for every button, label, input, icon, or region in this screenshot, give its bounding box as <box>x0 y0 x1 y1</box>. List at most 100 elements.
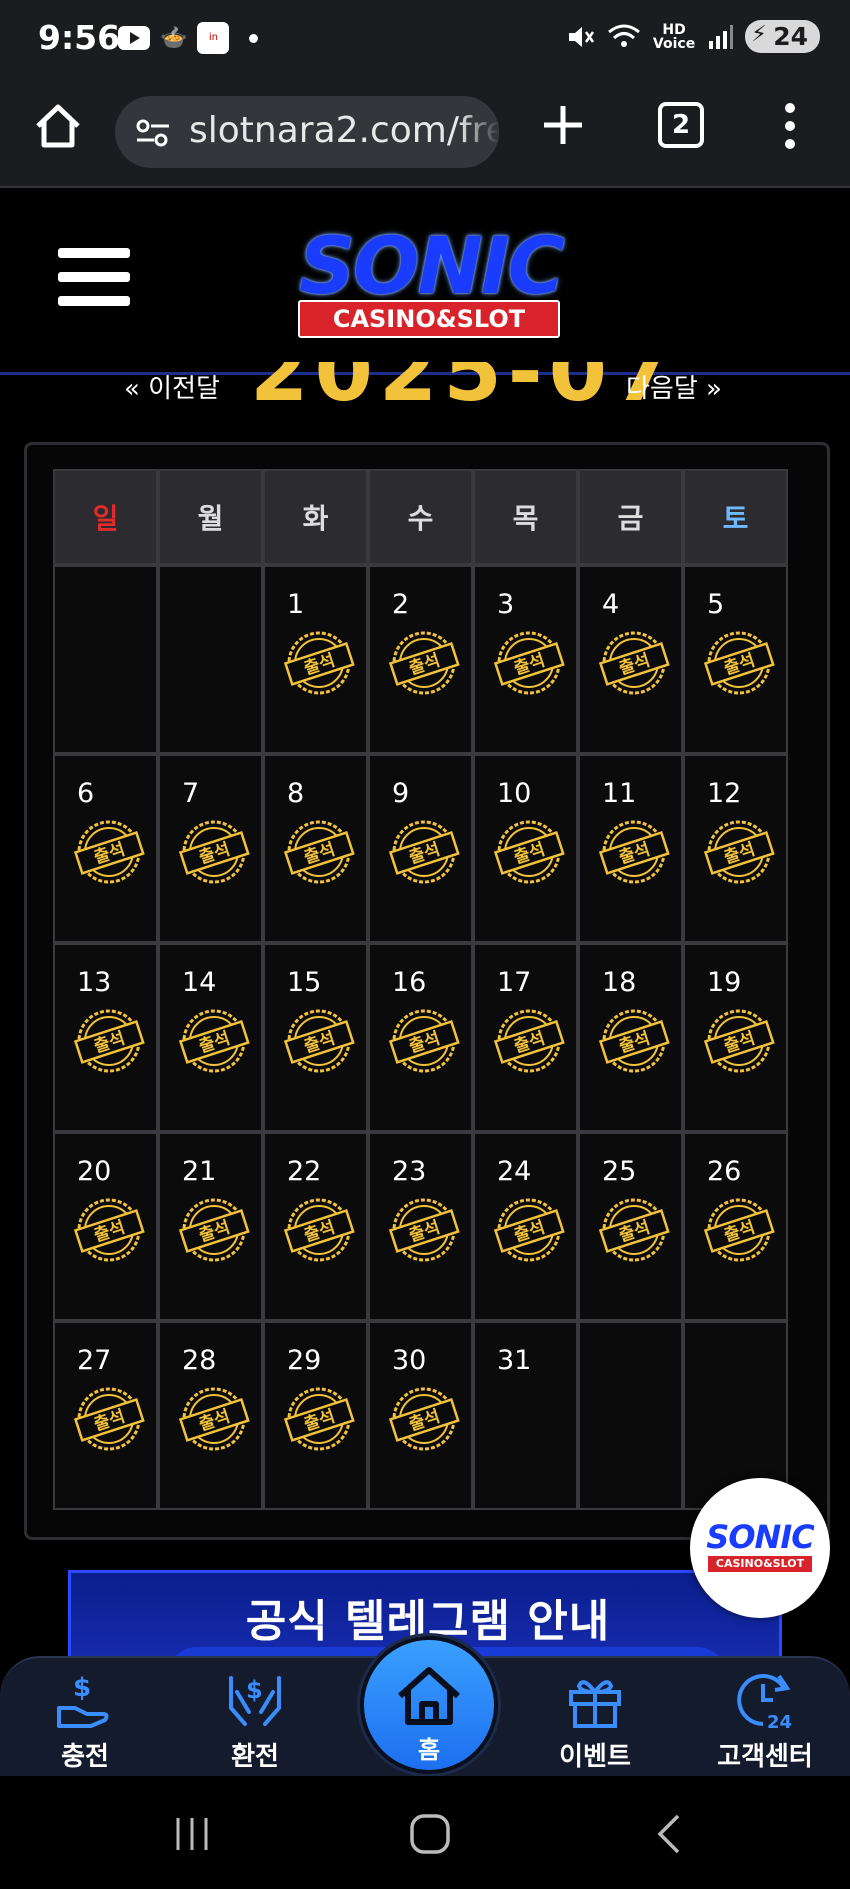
nav-support[interactable]: 24 고객센터 <box>695 1660 835 1773</box>
stamp-text: 출석 <box>92 1407 128 1436</box>
calendar-day-cell: 22 출석 <box>263 1132 368 1321</box>
more-notifications-dot <box>249 33 259 43</box>
attendance-stamp-icon: 출석 <box>178 1009 250 1073</box>
stamp-text: 출석 <box>722 1029 758 1058</box>
day-number: 10 <box>497 778 532 809</box>
nav-home[interactable]: 홈 <box>360 1636 498 1774</box>
stamp-text: 출석 <box>407 1218 443 1247</box>
calendar-day-cell: 1 출석 <box>263 565 368 754</box>
calendar-day-cell: 21 출석 <box>158 1132 263 1321</box>
nav-withdraw-label: 환전 <box>231 1742 279 1772</box>
browser-home-button[interactable] <box>30 98 86 154</box>
calendar-day-cell: 26 출석 <box>683 1132 788 1321</box>
stamp-text: 출석 <box>617 1029 653 1058</box>
day-number: 29 <box>287 1345 322 1376</box>
day-number: 22 <box>287 1156 322 1187</box>
stamp-text: 출석 <box>302 1407 338 1436</box>
day-number: 23 <box>392 1156 427 1187</box>
food-app-icon: 🍲 <box>160 25 188 51</box>
calendar-day-cell: 25 출석 <box>578 1132 683 1321</box>
calendar-day-cell: 31 <box>473 1321 578 1510</box>
calendar-day-cell <box>578 1321 683 1510</box>
weekday-header: 수 <box>368 469 473 565</box>
attendance-calendar: 일월화수목금토 1 출석 2 출석 3 출석 4 출석 5 출석 6 출석 7 출석 8 출석 9 출석 10 출석 1… <box>24 442 830 1540</box>
calendar-day-cell <box>158 565 263 754</box>
attendance-stamp-icon: 출석 <box>388 1198 460 1262</box>
stamp-text: 출석 <box>407 651 443 680</box>
stamp-text: 출석 <box>617 651 653 680</box>
calendar-day-cell: 30 출석 <box>368 1321 473 1510</box>
logo-title: SONIC <box>298 222 565 312</box>
attendance-stamp-icon: 출석 <box>73 1009 145 1073</box>
attendance-stamp-icon: 출석 <box>388 820 460 884</box>
attendance-stamp-icon: 출석 <box>388 631 460 695</box>
day-number: 5 <box>707 589 725 620</box>
status-right-icons: HDVoice 24 <box>565 20 820 53</box>
home-icon <box>397 1667 461 1725</box>
day-number: 1 <box>287 589 305 620</box>
calendar-day-cell: 6 출석 <box>53 754 158 943</box>
nav-home-label: 홈 <box>417 1736 441 1764</box>
day-number: 20 <box>77 1156 112 1187</box>
nav-event-label: 이벤트 <box>559 1742 631 1772</box>
site-settings-icon[interactable] <box>135 118 171 148</box>
stamp-text: 출석 <box>92 840 128 869</box>
attendance-stamp-icon: 출석 <box>598 820 670 884</box>
floating-logo-button[interactable]: SONIC CASINO&SLOT <box>690 1478 830 1618</box>
nav-deposit-label: 충전 <box>61 1742 109 1772</box>
calendar-grid: 일월화수목금토 1 출석 2 출석 3 출석 4 출석 5 출석 6 출석 7 출석 8 출석 9 출석 10 출석 1… <box>53 469 788 1510</box>
attendance-stamp-icon: 출석 <box>388 1009 460 1073</box>
new-tab-button[interactable] <box>540 102 586 148</box>
site-logo[interactable]: SONIC CASINO&SLOT <box>276 222 586 342</box>
attendance-stamp-icon: 출석 <box>598 1198 670 1262</box>
tab-switcher-button[interactable]: 2 <box>658 102 704 148</box>
calendar-day-cell: 8 출석 <box>263 754 368 943</box>
calendar-day-cell: 7 출석 <box>158 754 263 943</box>
day-number: 27 <box>77 1345 112 1376</box>
withdraw-icon: $ <box>229 1676 281 1726</box>
next-month-link[interactable]: 다음달 » <box>626 368 722 405</box>
nav-deposit[interactable]: $ 충전 <box>15 1660 155 1773</box>
attendance-stamp-icon: 출석 <box>283 820 355 884</box>
recent-apps-button[interactable] <box>172 1814 212 1854</box>
day-number: 30 <box>392 1345 427 1376</box>
calendar-day-cell: 27 출석 <box>53 1321 158 1510</box>
hd-voice-icon: HD Voice <box>652 21 696 52</box>
stamp-text: 출석 <box>407 840 443 869</box>
day-number: 15 <box>287 967 322 998</box>
address-bar[interactable]: slotnara2.com/fre <box>115 96 499 168</box>
stamp-text: 출석 <box>617 1218 653 1247</box>
svg-text:$: $ <box>73 1673 91 1703</box>
calendar-week-row: 27 출석 28 출석 29 출석 30 출석 31 <box>53 1321 788 1510</box>
stamp-text: 출석 <box>302 1029 338 1058</box>
browser-menu-icon[interactable] <box>780 98 800 154</box>
system-back-button[interactable] <box>650 1812 690 1856</box>
system-home-button[interactable] <box>408 1812 452 1856</box>
prev-month-link[interactable]: « 이전달 <box>124 368 220 405</box>
stamp-text: 출석 <box>197 1029 233 1058</box>
support-24-icon: 24 <box>737 1674 792 1732</box>
weekday-header-row: 일월화수목금토 <box>53 469 788 565</box>
calendar-day-cell: 17 출석 <box>473 943 578 1132</box>
gift-icon <box>569 1680 621 1728</box>
stamp-text: 출석 <box>512 651 548 680</box>
wifi-icon <box>607 24 640 47</box>
day-number: 6 <box>77 778 95 809</box>
day-number: 21 <box>182 1156 217 1187</box>
calendar-day-cell: 23 출석 <box>368 1132 473 1321</box>
calendar-week-row: 13 출석 14 출석 15 출석 16 출석 17 출석 18 출석 19 출석 <box>53 943 788 1132</box>
stamp-text: 출석 <box>197 1407 233 1436</box>
attendance-stamp-icon: 출석 <box>283 1009 355 1073</box>
month-title: 2025-07 <box>250 362 678 408</box>
hamburger-menu-icon[interactable] <box>58 248 130 310</box>
nav-withdraw[interactable]: $ 환전 <box>185 1660 325 1773</box>
calendar-day-cell: 28 출석 <box>158 1321 263 1510</box>
day-number: 11 <box>602 778 637 809</box>
youtube-icon <box>118 26 150 50</box>
day-number: 4 <box>602 589 620 620</box>
stamp-text: 출석 <box>617 840 653 869</box>
calendar-day-cell: 13 출석 <box>53 943 158 1132</box>
calendar-day-cell <box>53 565 158 754</box>
nav-event[interactable]: 이벤트 <box>525 1660 665 1773</box>
day-number: 31 <box>497 1345 532 1376</box>
